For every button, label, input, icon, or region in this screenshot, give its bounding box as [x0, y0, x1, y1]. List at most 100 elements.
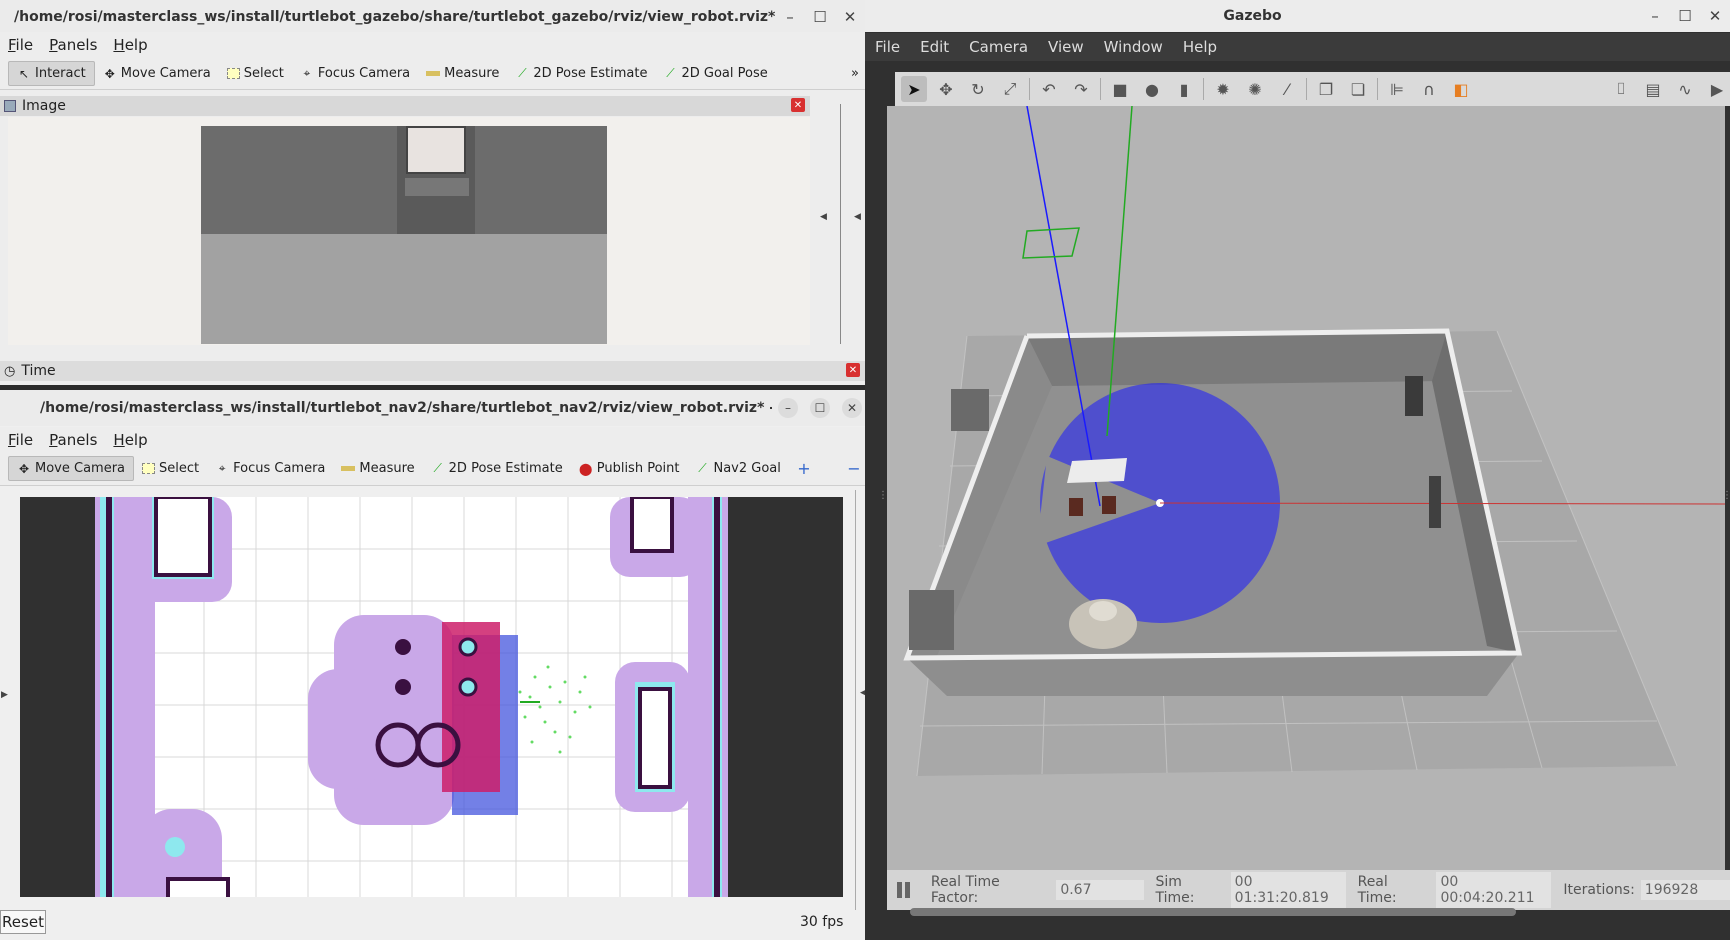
menu-help[interactable]: Help: [105, 36, 155, 54]
move-icon: ✥: [104, 66, 115, 81]
tool-focus-camera[interactable]: ⌖ Focus Camera: [292, 62, 418, 85]
tool-2d-pose-estimate[interactable]: ⟋ 2D Pose Estimate: [423, 457, 571, 480]
image-icon: [4, 100, 16, 112]
close-time-panel-icon[interactable]: ✕: [846, 363, 860, 377]
right-splitter[interactable]: ◀ ◀: [812, 96, 865, 346]
tool-nav2-goal[interactable]: ⟋ Nav2 Goal: [687, 457, 788, 480]
close-icon[interactable]: ✕: [1700, 1, 1730, 31]
log-icon[interactable]: ▤: [1640, 76, 1666, 102]
reset-button[interactable]: Reset: [0, 910, 46, 934]
translate-icon[interactable]: ✥: [933, 76, 959, 102]
rtf-value: 0.67: [1056, 880, 1144, 900]
undo-icon[interactable]: ↶: [1036, 76, 1062, 102]
minimize-icon[interactable]: –: [775, 2, 805, 32]
ruler-icon: [341, 466, 356, 471]
tool-move-camera[interactable]: ✥ Move Camera: [8, 456, 135, 481]
add-tool-button[interactable]: +: [789, 458, 819, 480]
right-splitter[interactable]: ◀: [848, 490, 867, 910]
gazebo-titlebar[interactable]: Gazebo – ☐ ✕: [865, 0, 1730, 32]
rotate-icon[interactable]: ↻: [965, 76, 991, 102]
arrow-green-icon: ⟋: [666, 66, 675, 80]
menu-file[interactable]: File: [865, 38, 910, 56]
scale-icon[interactable]: ⤢: [997, 76, 1023, 102]
tool-2d-goal-pose[interactable]: ⟋ 2D Goal Pose: [655, 62, 775, 85]
tool-measure[interactable]: Measure: [333, 457, 422, 480]
menu-panels[interactable]: Panels: [41, 36, 105, 54]
window-title: /home/rosi/masterclass_ws/install/turtle…: [14, 9, 775, 25]
image-panel-header[interactable]: Image: [0, 96, 810, 116]
real-time-label: Real Time:: [1357, 874, 1397, 906]
menu-window[interactable]: Window: [1094, 38, 1173, 56]
tool-interact[interactable]: ↖ Interact: [8, 61, 95, 86]
menu-file[interactable]: File: [0, 431, 41, 449]
gazebo-status-bar: Real Time Factor: 0.67 Sim Time: 00 01:3…: [887, 870, 1730, 910]
divider: [1203, 78, 1204, 100]
cursor-icon: ↖: [18, 66, 30, 81]
plus-icon: +: [797, 459, 811, 478]
divider: [1306, 78, 1307, 100]
gazebo-menubar: File Edit Camera View Window Help: [865, 33, 1730, 61]
tool-toolbar: ✥ Move Camera Select ⌖ Focus Camera Measur…: [0, 452, 868, 486]
box-icon[interactable]: ■: [1107, 76, 1133, 102]
minimize-icon[interactable]: –: [1640, 1, 1670, 31]
arrow-green-icon: ⟋: [518, 66, 527, 80]
tool-measure[interactable]: Measure: [418, 62, 507, 85]
tool-move-camera[interactable]: ✥ Move Camera: [95, 62, 219, 85]
tool-select[interactable]: Select: [219, 62, 292, 85]
close-icon[interactable]: ✕: [842, 398, 862, 418]
sim-time-label: Sim Time:: [1155, 874, 1195, 906]
redo-icon[interactable]: ↷: [1068, 76, 1094, 102]
copy-icon[interactable]: ❐: [1313, 76, 1339, 102]
align-icon[interactable]: ⊫: [1384, 76, 1410, 102]
close-image-panel-icon[interactable]: ✕: [791, 98, 805, 112]
menu-file[interactable]: File: [0, 36, 41, 54]
minimize-icon[interactable]: –: [778, 398, 798, 418]
gazebo-scrollbar[interactable]: [910, 908, 1516, 916]
gazebo-right-handle[interactable]: ⋮: [1722, 490, 1730, 501]
tool-publish-point[interactable]: ⬤ Publish Point: [571, 457, 688, 480]
menubar: File Panels Help: [0, 32, 865, 58]
divider: [1377, 78, 1378, 100]
gazebo-left-handle[interactable]: ⋮: [878, 490, 888, 501]
focus-icon: ⌖: [303, 66, 311, 80]
pause-button[interactable]: [897, 882, 913, 898]
close-icon[interactable]: ✕: [835, 2, 865, 32]
point-light-icon[interactable]: ✹: [1210, 76, 1236, 102]
menu-camera[interactable]: Camera: [959, 38, 1038, 56]
directional-light-icon[interactable]: ⁄: [1274, 76, 1300, 102]
time-panel-header[interactable]: ◷ Time: [0, 361, 865, 381]
rviz-bottom-titlebar[interactable]: /home/rosi/masterclass_ws/install/turtle…: [0, 390, 868, 426]
maximize-icon[interactable]: ☐: [805, 2, 835, 32]
cylinder-icon[interactable]: ▮: [1171, 76, 1197, 102]
view-angle-icon[interactable]: ◧: [1448, 76, 1474, 102]
tool-select[interactable]: Select: [134, 457, 207, 480]
menu-help[interactable]: Help: [105, 431, 155, 449]
tool-2d-pose-estimate[interactable]: ⟋ 2D Pose Estimate: [507, 62, 655, 85]
record-video-icon[interactable]: ▶: [1704, 76, 1730, 102]
collapse-left-icon[interactable]: ◀: [820, 212, 827, 222]
spot-light-icon[interactable]: ✺: [1242, 76, 1268, 102]
menu-help[interactable]: Help: [1173, 38, 1227, 56]
paste-icon[interactable]: ❏: [1345, 76, 1371, 102]
gazebo-3d-view[interactable]: [887, 106, 1725, 870]
maximize-icon[interactable]: ☐: [810, 398, 830, 418]
select-mode-icon[interactable]: ➤: [901, 76, 927, 102]
rviz-top-titlebar[interactable]: /home/rosi/masterclass_ws/install/turtle…: [0, 0, 865, 34]
plot-icon[interactable]: ∿: [1672, 76, 1698, 102]
menu-panels[interactable]: Panels: [41, 431, 105, 449]
iterations-value: 196928: [1640, 880, 1730, 900]
menu-edit[interactable]: Edit: [910, 38, 959, 56]
snap-icon[interactable]: ∩: [1416, 76, 1442, 102]
tool-focus-camera[interactable]: ⌖ Focus Camera: [207, 457, 333, 480]
toolbar-overflow[interactable]: »: [843, 62, 865, 85]
maximize-icon[interactable]: ☐: [1670, 1, 1700, 31]
collapse-right-icon[interactable]: ◀: [854, 212, 861, 222]
left-collapse-icon[interactable]: ▶: [1, 690, 8, 700]
remove-tool-button[interactable]: −: [839, 458, 868, 480]
rviz-3d-view[interactable]: [20, 497, 843, 897]
screenshot-icon[interactable]: ⌷: [1608, 76, 1634, 102]
rviz-bottom-window: /home/rosi/masterclass_ws/install/turtle…: [0, 390, 868, 940]
menu-view[interactable]: View: [1038, 38, 1094, 56]
sphere-icon[interactable]: ●: [1139, 76, 1165, 102]
clock-icon: ◷: [4, 363, 16, 379]
